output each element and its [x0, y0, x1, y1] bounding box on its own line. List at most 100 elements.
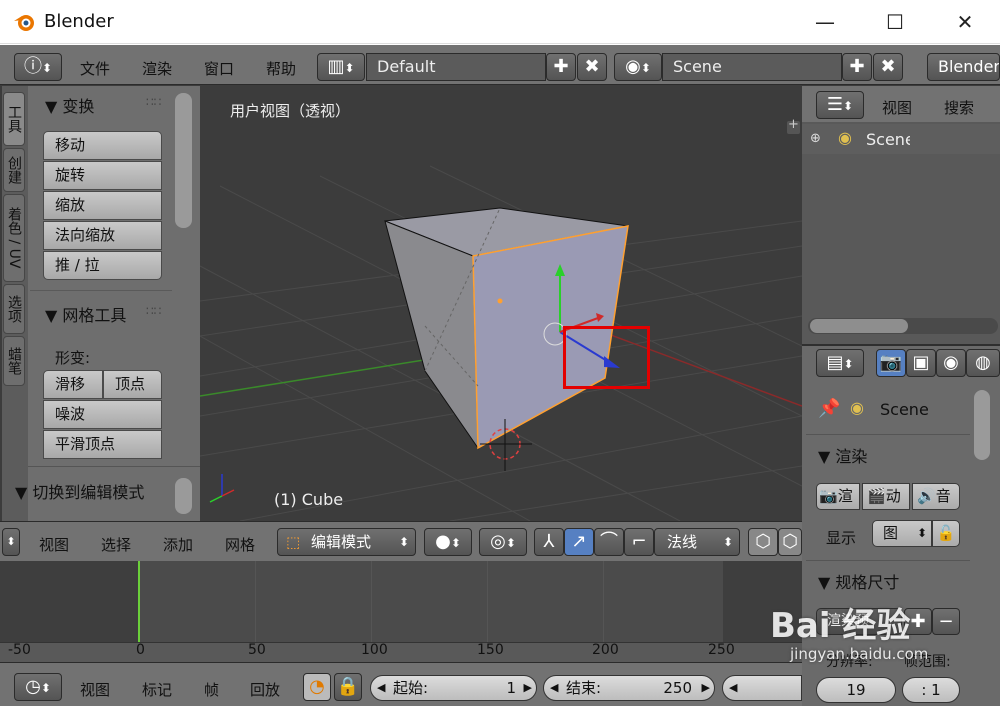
smooth-vertex-button[interactable]: 平滑顶点 [43, 430, 162, 459]
current-frame-cursor[interactable] [138, 561, 140, 642]
tl-menu-playback[interactable]: 回放 [250, 679, 280, 700]
dimensions-panel-header[interactable]: ▼ 规格尺寸 [818, 569, 899, 593]
menu-file[interactable]: 文件 [80, 58, 110, 79]
world-tab-button[interactable]: ◍ [966, 349, 1000, 377]
menu-window[interactable]: 窗口 [204, 58, 234, 79]
editor-type-button[interactable]: ⬍ [2, 528, 20, 556]
tab-grease-pencil[interactable]: 蜡笔 [3, 336, 25, 386]
scene-name-field[interactable]: Scene [662, 53, 842, 81]
push-pull-button[interactable]: 推 / 拉 [43, 251, 162, 280]
shrink-fatten-button[interactable]: 法向缩放 [43, 221, 162, 250]
mesh-tools-panel-header[interactable]: ▼ 网格工具 [45, 302, 126, 326]
tab-options[interactable]: 选项 [3, 284, 25, 334]
updown-arrow-icon: ⬍ [398, 535, 409, 549]
3d-viewport[interactable]: 用户视图（透视） + (1) Cube [200, 86, 802, 521]
tab-create[interactable]: 创建 [3, 148, 25, 192]
current-frame-field[interactable]: ◀ [722, 675, 802, 701]
end-frame-field[interactable]: ◀ 结束: 250 ▶ [543, 675, 715, 701]
remove-scene-button[interactable]: ✖ [873, 53, 903, 81]
noise-button[interactable]: 噪波 [43, 400, 162, 429]
outliner-display-selector[interactable]: ☰⬍ [816, 91, 864, 119]
render-tab-button[interactable]: 📷 [876, 349, 906, 377]
timeline-editor-type-button[interactable]: ◷⬍ [14, 673, 62, 701]
scale-manipulator-button[interactable]: ⌐ [624, 528, 654, 556]
maximize-button[interactable]: ☐ [870, 6, 920, 38]
drag-handle-icon[interactable]: ∷∷ [146, 304, 161, 318]
rotate-button[interactable]: 旋转 [43, 161, 162, 190]
translate-manipulator-button[interactable]: ↗ [564, 528, 594, 556]
properties-context-path: Scene [880, 400, 929, 419]
move-button[interactable]: 移动 [43, 131, 162, 160]
tab-tools[interactable]: 工具 [3, 92, 25, 146]
drag-handle-icon[interactable]: ∷∷ [146, 95, 161, 109]
timeline-area[interactable] [0, 561, 802, 642]
vertex-select-mode-button[interactable]: ⬡ [748, 528, 778, 556]
tl-menu-marker[interactable]: 标记 [142, 679, 172, 700]
vp-menu-select[interactable]: 选择 [101, 534, 131, 555]
render-engine-selector[interactable]: Blender [927, 53, 1000, 81]
tl-menu-frame[interactable]: 帧 [204, 679, 219, 700]
tab-shading-uv[interactable]: 着色 / UV [3, 194, 25, 282]
render-audio-button[interactable]: 🔊音 [912, 483, 960, 510]
preview-range-button[interactable]: ◔ [303, 673, 331, 701]
outliner-menu-search[interactable]: 搜索 [944, 97, 974, 118]
viewport-plus-icon[interactable]: + [788, 117, 799, 132]
screen-layout-selector[interactable]: ▥⬍ [317, 53, 365, 81]
resolution-x-field[interactable]: 19 [816, 677, 896, 703]
outliner-scene-item[interactable]: Scene [866, 130, 910, 149]
shading-selector[interactable]: ●⬍ [424, 528, 472, 556]
menu-render[interactable]: 渲染 [142, 58, 172, 79]
collapse-triangle-icon: ▼ [818, 447, 836, 466]
viewport-scene [200, 121, 802, 521]
vp-menu-add[interactable]: 添加 [163, 534, 193, 555]
vp-menu-mesh[interactable]: 网格 [225, 534, 255, 555]
info-editor-type-button[interactable]: ⓘ⬍ [14, 53, 62, 81]
vp-menu-view[interactable]: 视图 [39, 534, 69, 555]
tool-shelf-scrollbar[interactable] [175, 93, 192, 228]
edge-select-mode-button[interactable]: ⬡ [778, 528, 802, 556]
unlock-icon: 🔓 [936, 524, 956, 542]
mesh-tools-title: 网格工具 [62, 306, 127, 325]
timeline-ruler[interactable] [0, 642, 802, 662]
display-selector[interactable]: 图 ⬍ [872, 520, 932, 547]
add-scene-button[interactable]: ✚ [842, 53, 872, 81]
switch-edit-mode-header[interactable]: ▼ 切换到编辑模式 [15, 479, 144, 503]
lock-frame-button[interactable]: 🔒 [334, 673, 362, 701]
render-animation-button[interactable]: 🎬动 [862, 483, 910, 510]
remove-layout-button[interactable]: ✖ [577, 53, 607, 81]
tl-menu-view[interactable]: 视图 [80, 679, 110, 700]
dimensions-panel-title: 规格尺寸 [835, 573, 900, 592]
properties-scrollbar[interactable] [974, 390, 990, 460]
remove-preset-button[interactable]: − [932, 608, 960, 635]
expand-icon[interactable]: ⊕ [810, 131, 821, 146]
orientation-selector[interactable]: 法线 ⬍ [654, 528, 740, 556]
rotate-manipulator-button[interactable]: ⌒ [594, 528, 624, 556]
vertex-slide-button[interactable]: 顶点 [103, 370, 162, 399]
render-image-button[interactable]: 📷渲 [816, 483, 860, 510]
layout-name-field[interactable]: Default [366, 53, 546, 81]
transform-panel-header[interactable]: ▼ 变换 [45, 93, 94, 117]
scene-tab-button[interactable]: ◉ [936, 349, 966, 377]
mode-selector[interactable]: ⬚ 编辑模式 ⬍ [277, 528, 416, 556]
manipulator-toggle[interactable]: ⅄ [534, 528, 564, 556]
menu-help[interactable]: 帮助 [266, 58, 296, 79]
properties-editor-type-button[interactable]: ▤⬍ [816, 349, 864, 377]
ruler-tick-label: 100 [361, 642, 388, 658]
pin-icon[interactable]: 📌 [818, 398, 840, 419]
render-panel-header[interactable]: ▼ 渲染 [818, 443, 867, 467]
scale-button[interactable]: 缩放 [43, 191, 162, 220]
frame-start-field[interactable]: : 1 [902, 677, 960, 703]
outliner-scrollbar-thumb[interactable] [810, 319, 908, 333]
start-frame-field[interactable]: ◀ 起始: 1 ▶ [370, 675, 537, 701]
add-layout-button[interactable]: ✚ [546, 53, 576, 81]
lock-interface-button[interactable]: 🔓 [932, 520, 960, 547]
slide-button[interactable]: 滑移 [43, 370, 103, 399]
close-button[interactable]: ✕ [940, 6, 990, 38]
outliner-menu-view[interactable]: 视图 [882, 97, 912, 118]
render-layers-tab-button[interactable]: ▣ [906, 349, 936, 377]
cube-left-face[interactable] [384, 220, 479, 450]
pivot-selector[interactable]: ◎⬍ [479, 528, 527, 556]
tool-shelf-scrollbar-lower[interactable] [175, 478, 192, 514]
minimize-button[interactable]: — [800, 6, 850, 38]
scene-selector[interactable]: ◉⬍ [614, 53, 662, 81]
